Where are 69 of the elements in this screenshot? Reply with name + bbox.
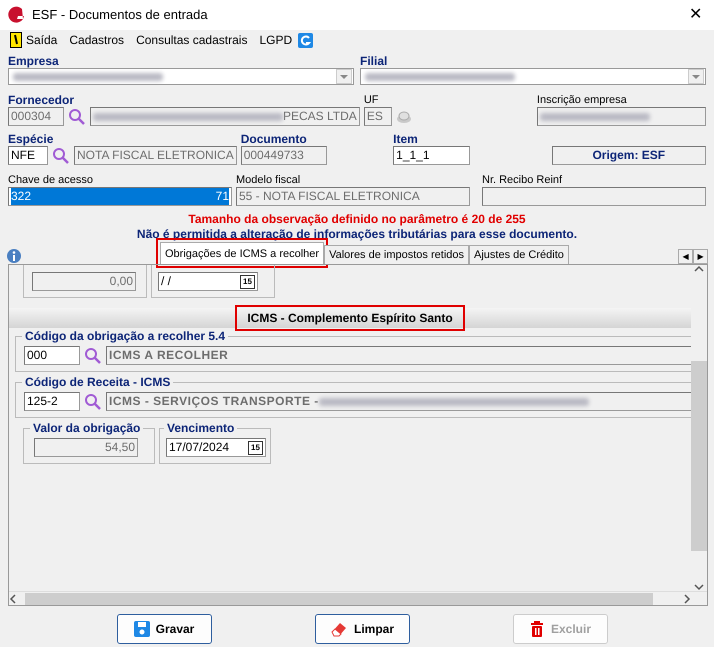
trash-icon xyxy=(528,621,545,637)
date-field[interactable]: / / 15 xyxy=(158,272,258,291)
field-label: Nr. Recibo Reinf xyxy=(482,173,564,187)
info-icon[interactable] xyxy=(6,248,22,264)
input-field[interactable]: 000449733 xyxy=(240,146,327,165)
field-label: Documento xyxy=(240,132,308,146)
field-label: Espécie xyxy=(8,132,54,146)
input-field[interactable]: 1_1_1 xyxy=(393,146,470,165)
menu-item[interactable]: Consultas cadastrais xyxy=(130,31,254,49)
field-label: Item xyxy=(393,132,419,146)
eraser-icon xyxy=(330,620,348,638)
logo-icon xyxy=(6,6,26,24)
group-label: Código de Receita - ICMS xyxy=(24,376,172,388)
scroll-button[interactable]: ◀ xyxy=(678,249,693,264)
tab[interactable]: Valores de impostos retidos xyxy=(324,245,469,264)
vertical-scrollbar[interactable] xyxy=(691,265,707,591)
window-title: ESF - Documentos de entrada xyxy=(32,6,209,24)
calendar-button[interactable]: 15 xyxy=(240,274,255,288)
search-icon[interactable] xyxy=(84,346,102,364)
group-label: Vencimento xyxy=(166,422,236,434)
input-field[interactable] xyxy=(536,107,706,126)
date-field[interactable]: 17/07/2024 15 xyxy=(166,438,266,457)
app-icon[interactable] xyxy=(298,32,314,48)
input-field[interactable]: NFE xyxy=(8,146,48,165)
message-text: Não é permitida a alteração de informações tributárias para esse documento. xyxy=(136,227,578,242)
chevron-up-icon[interactable] xyxy=(694,265,704,273)
field-label: Empresa xyxy=(8,54,60,68)
field-label: Modelo fiscal xyxy=(236,173,302,187)
field-label: Inscrição empresa xyxy=(536,93,628,107)
field-label: Fornecedor xyxy=(8,93,76,107)
action-button[interactable]: Limpar xyxy=(314,614,410,644)
input-field[interactable]: 55 - NOTA FISCAL ELETRONICA xyxy=(236,187,470,206)
group-label: Código da obrigação a recolher 5.4 xyxy=(24,330,226,342)
input-field[interactable]: 000304 xyxy=(8,107,64,126)
dropdown[interactable] xyxy=(360,68,706,85)
calendar-button[interactable]: 15 xyxy=(248,440,263,454)
message-text: Tamanho da observação definido no parâmetro é 20 de 255 xyxy=(187,212,527,227)
input-field[interactable]: ES xyxy=(364,107,392,126)
input-field[interactable]: 125-2 xyxy=(24,392,80,411)
input-field[interactable]: 54,50 xyxy=(34,438,138,457)
input-field[interactable]: ICMS A RECOLHER xyxy=(106,346,691,365)
input-field[interactable]: ICMS - SERVIÇOS TRANSPORTE - xyxy=(106,392,691,411)
caret-icon xyxy=(692,74,700,78)
menu-item[interactable]: LGPD xyxy=(253,31,298,49)
horizontal-scrollbar[interactable] xyxy=(9,591,707,605)
search-icon[interactable] xyxy=(84,392,102,410)
menu-item[interactable]: Cadastros xyxy=(63,31,130,49)
field-label: Chave de acesso xyxy=(8,173,94,187)
stamp-icon[interactable] xyxy=(396,110,412,124)
input-field[interactable]: NOTA FISCAL ELETRONICA xyxy=(74,146,237,165)
input-field[interactable]: 0,00 xyxy=(32,272,136,291)
field-label: UF xyxy=(364,93,380,107)
dropdown[interactable] xyxy=(8,68,354,85)
chevron-down-icon[interactable] xyxy=(694,583,704,591)
menu-item[interactable]: Saída xyxy=(4,31,64,49)
action-button[interactable]: Gravar xyxy=(116,614,212,644)
field-label: Filial xyxy=(360,54,388,68)
group-label: Valor da obrigação xyxy=(32,422,142,434)
caret-icon xyxy=(340,74,348,78)
door-icon xyxy=(10,32,22,48)
tab[interactable]: Ajustes de Crédito xyxy=(469,245,569,264)
origin-label: Origem: ESF xyxy=(552,146,706,165)
close-button[interactable]: ✕ xyxy=(685,7,706,23)
input-field[interactable]: PECAS LTDA xyxy=(90,107,360,126)
search-icon[interactable] xyxy=(68,108,86,126)
scroll-button[interactable]: ▶ xyxy=(693,249,708,264)
input-field[interactable] xyxy=(482,187,706,206)
input-field[interactable]: 000 xyxy=(24,346,80,365)
search-icon[interactable] xyxy=(52,146,70,164)
